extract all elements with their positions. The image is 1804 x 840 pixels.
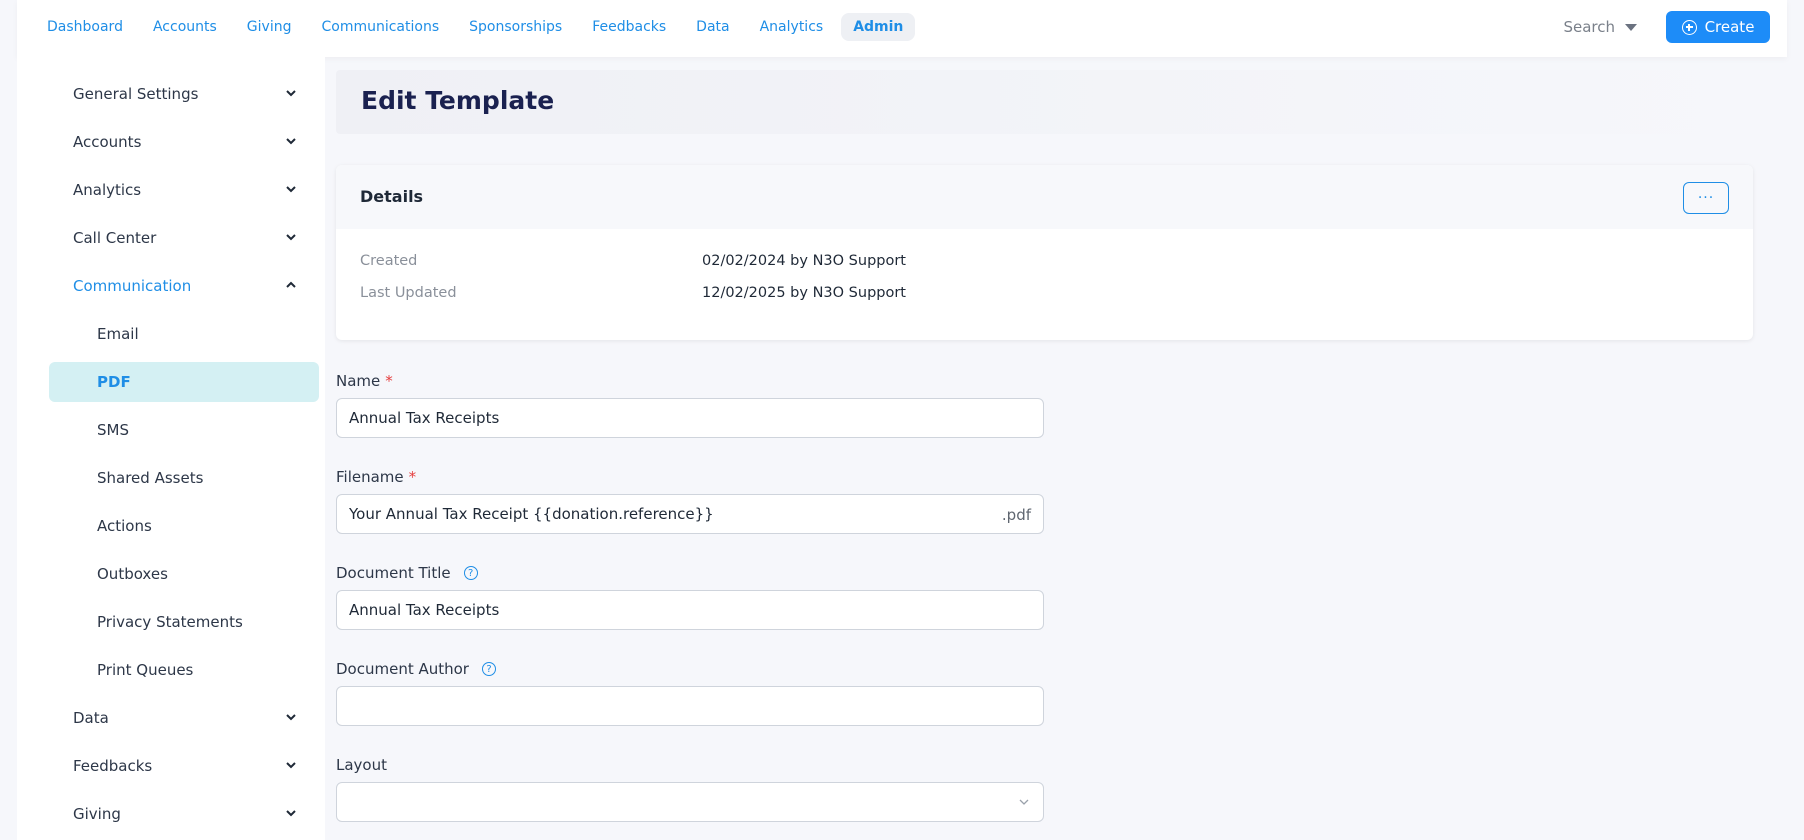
sidebar-item-accounts[interactable]: Accounts: [73, 122, 313, 162]
document-title-input[interactable]: Annual Tax Receipts: [336, 590, 1044, 630]
nav-communications[interactable]: Communications: [321, 13, 439, 41]
sidebar-item-label: Communication: [73, 277, 192, 295]
sidebar-item-label: Giving: [73, 805, 121, 823]
chevron-down-icon: [286, 186, 296, 193]
sidebar-item-analytics[interactable]: Analytics: [73, 170, 313, 210]
created-label: Created: [360, 253, 418, 269]
filename-input-value: Your Annual Tax Receipt {{donation.refer…: [349, 505, 714, 523]
nav-giving[interactable]: Giving: [247, 13, 292, 41]
name-input[interactable]: Annual Tax Receipts: [336, 398, 1044, 438]
document-author-input[interactable]: [336, 686, 1044, 726]
search-label: Search: [1563, 18, 1615, 36]
search-dropdown[interactable]: Search: [1563, 13, 1637, 41]
sidebar-item-email[interactable]: Email: [49, 314, 319, 354]
sidebar-item-label: Call Center: [73, 229, 157, 247]
nav-accounts[interactable]: Accounts: [153, 13, 217, 41]
sidebar-item-giving[interactable]: Giving: [73, 794, 313, 834]
required-marker: *: [385, 372, 393, 390]
sidebar: General Settings Accounts Analytics Call…: [17, 57, 325, 840]
chevron-down-icon: [286, 90, 296, 97]
sidebar-item-label: Accounts: [73, 133, 142, 151]
chevron-down-icon: [286, 138, 296, 145]
sidebar-item-general-settings[interactable]: General Settings: [73, 74, 313, 114]
help-icon[interactable]: ?: [481, 662, 496, 676]
help-icon[interactable]: ?: [463, 566, 478, 580]
more-options-button[interactable]: ···: [1683, 182, 1729, 214]
filename-label-text: Filename: [336, 468, 404, 486]
document-author-field-label: Document Author ?: [336, 660, 496, 678]
page-title: Edit Template: [361, 86, 555, 115]
layout-field-label: Layout: [336, 756, 387, 774]
plus-circle-icon: [1681, 19, 1697, 35]
filename-field-label: Filename *: [336, 468, 416, 486]
chevron-down-icon: [286, 810, 296, 817]
sidebar-item-label: Feedbacks: [73, 757, 153, 775]
last-updated-value: 12/02/2025 by N3O Support: [702, 285, 906, 301]
document-title-input-value: Annual Tax Receipts: [349, 601, 500, 619]
details-card: Details ··· Created 02/02/2024 by N3O Su…: [336, 165, 1753, 340]
sidebar-item-call-center[interactable]: Call Center: [73, 218, 313, 258]
document-author-label-text: Document Author: [336, 660, 469, 678]
sidebar-item-communication[interactable]: Communication: [73, 266, 313, 306]
details-header: Details ···: [336, 165, 1753, 229]
create-button-label: Create: [1704, 18, 1755, 36]
nav-analytics[interactable]: Analytics: [760, 13, 824, 41]
top-navigation-bar: Dashboard Accounts Giving Communications…: [17, 0, 1787, 57]
sidebar-item-sms[interactable]: SMS: [49, 410, 319, 450]
chevron-down-icon: [286, 714, 296, 721]
sidebar-item-label: Analytics: [73, 181, 142, 199]
sidebar-item-print-queues[interactable]: Print Queues: [49, 650, 319, 690]
sidebar-item-data[interactable]: Data: [73, 698, 313, 738]
required-marker: *: [408, 468, 417, 486]
sidebar-item-pdf[interactable]: PDF: [49, 362, 319, 402]
sidebar-item-label: Data: [73, 709, 109, 727]
details-title: Details: [360, 187, 424, 206]
last-updated-label: Last Updated: [360, 285, 457, 301]
chevron-down-icon: [1019, 799, 1029, 805]
document-title-field-label: Document Title ?: [336, 564, 478, 582]
document-title-label-text: Document Title: [336, 564, 451, 582]
chevron-down-icon: [286, 762, 296, 769]
create-button[interactable]: Create: [1666, 11, 1770, 43]
nav-data[interactable]: Data: [696, 13, 729, 41]
sidebar-item-privacy-statements[interactable]: Privacy Statements: [49, 602, 319, 642]
created-value: 02/02/2024 by N3O Support: [702, 253, 906, 269]
chevron-down-icon: [286, 234, 296, 241]
layout-select[interactable]: [336, 782, 1044, 822]
name-input-value: Annual Tax Receipts: [349, 409, 500, 427]
filename-suffix: .pdf: [1001, 506, 1031, 524]
page-header: Edit Template: [336, 70, 1753, 134]
sidebar-item-shared-assets[interactable]: Shared Assets: [49, 458, 319, 498]
nav-sponsorships[interactable]: Sponsorships: [469, 13, 562, 41]
sidebar-item-feedbacks[interactable]: Feedbacks: [73, 746, 313, 786]
sidebar-item-label: General Settings: [73, 85, 199, 103]
chevron-up-icon: [286, 281, 296, 288]
name-label-text: Name: [336, 372, 381, 390]
nav-admin[interactable]: Admin: [841, 13, 916, 41]
sidebar-item-outboxes[interactable]: Outboxes: [49, 554, 319, 594]
caret-down-icon: [1625, 23, 1637, 31]
sidebar-item-actions[interactable]: Actions: [49, 506, 319, 546]
nav-feedbacks[interactable]: Feedbacks: [592, 13, 666, 41]
nav-dashboard[interactable]: Dashboard: [47, 13, 123, 41]
main-nav: Dashboard Accounts Giving Communications…: [17, 0, 916, 54]
filename-input[interactable]: Your Annual Tax Receipt {{donation.refer…: [336, 494, 1044, 534]
layout-label-text: Layout: [336, 756, 387, 774]
name-field-label: Name *: [336, 372, 393, 390]
